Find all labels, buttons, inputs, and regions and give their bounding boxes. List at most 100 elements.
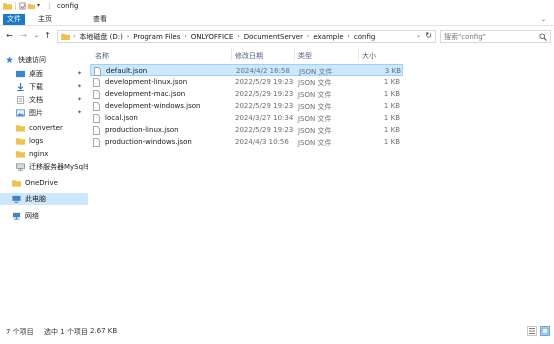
file-date: 2022/5/29 19:23 [235,102,294,110]
file-row[interactable]: development-mac.json 2022/5/29 19:23 JSO… [90,88,403,100]
folder-icon [16,138,25,145]
file-name: development-mac.json [105,90,186,98]
file-size: 1 KB [383,114,400,122]
status-size: 2.67 KB [90,327,118,335]
file-icon [93,90,100,99]
file-size: 1 KB [383,102,400,110]
file-icon [93,138,100,147]
file-date: 2024/4/2 16:58 [236,67,290,75]
file-name: local.json [105,114,138,122]
file-name: default.json [106,67,148,75]
file-icon [93,126,100,135]
details-view-icon [529,328,535,334]
new-folder-icon[interactable] [28,2,35,10]
status-selected: 选中 1 个项目 [44,328,88,336]
nav-item-documents[interactable]: 文档 ✦ [0,94,88,106]
nav-item-pictures[interactable]: 图片 ✦ [0,107,88,119]
nav-item-network-share[interactable]: 迁移服务器MySql$ [0,161,88,173]
file-type: JSON 文件 [298,79,332,87]
tab-home[interactable]: 主页 [34,14,56,25]
file-name: development-windows.json [105,102,201,110]
nav-network[interactable]: 网络 [0,210,88,222]
chevron-down-icon[interactable]: ⌄ [416,32,421,39]
nav-label: 下载 [29,83,43,91]
file-date: 2024/3/27 10:34 [235,114,294,122]
divider [49,2,50,10]
nav-quick-access[interactable]: 快速访问 [0,54,88,66]
pin-icon: ✦ [76,96,82,103]
breadcrumb-example[interactable]: example [313,33,343,41]
pin-icon: ✦ [76,83,82,90]
tab-view[interactable]: 查看 [89,14,111,25]
title-bar: ▾ config [0,0,554,12]
file-row[interactable]: production-windows.json 2024/4/3 10:56 J… [90,136,403,148]
breadcrumb-documentserver[interactable]: DocumentServer [244,33,303,41]
file-type: JSON 文件 [298,127,332,135]
chevron-right-icon: › [73,33,76,40]
column-divider[interactable] [358,48,359,61]
breadcrumb-program-files[interactable]: Program Files [133,33,180,41]
column-divider[interactable] [294,48,295,61]
column-name[interactable]: 名称 [95,51,109,61]
column-size[interactable]: 大小 [362,51,376,61]
expand-ribbon-icon[interactable]: ⌄ [541,16,546,23]
nav-label: 迁移服务器MySql$ [29,163,88,171]
column-divider[interactable] [231,48,232,61]
nav-item-downloads[interactable]: 下载 ✦ [0,81,88,93]
breadcrumb-onlyoffice[interactable]: ONLYOFFICE [191,33,234,41]
file-name: production-windows.json [105,138,192,146]
column-type[interactable]: 类型 [298,51,312,61]
back-button[interactable]: ← [5,31,14,41]
file-icon [93,102,100,111]
chevron-right-icon: › [126,33,130,40]
file-icon [93,78,100,87]
file-row[interactable]: default.json 2024/4/2 16:58 JSON 文件 3 KB [90,64,403,76]
nav-label: 快速访问 [18,56,46,64]
file-type: JSON 文件 [298,91,332,99]
tab-file[interactable]: 文件 [3,14,25,25]
nav-onedrive[interactable]: OneDrive [0,177,88,189]
search-icon [539,33,547,41]
file-row[interactable]: production-linux.json 2022/5/29 19:23 JS… [90,124,403,136]
file-row[interactable]: development-windows.json 2022/5/29 19:23… [90,100,403,112]
nav-item-nginx[interactable]: nginx [0,148,88,160]
file-row[interactable]: local.json 2024/3/27 10:34 JSON 文件 1 KB [90,112,403,124]
search-box[interactable] [440,30,551,43]
customize-toolbar-icon[interactable]: ▾ [37,2,44,10]
breadcrumb-drive[interactable]: 本地磁盘 (D:) [79,32,122,42]
forward-button[interactable]: → [19,31,28,41]
folder-icon [16,125,25,132]
search-input[interactable] [444,32,539,41]
chevron-right-icon: › [347,33,350,40]
file-date: 2022/5/29 19:23 [235,78,294,86]
nav-label: 此电脑 [25,195,46,203]
file-size: 1 KB [383,90,400,98]
nav-this-pc[interactable]: 此电脑 [0,193,88,205]
large-icons-view-button[interactable] [540,326,550,336]
nav-item-logs[interactable]: logs [0,135,88,147]
file-row[interactable]: development-linux.json 2022/5/29 19:23 J… [90,76,403,88]
address-bar[interactable]: › 本地磁盘 (D:) › Program Files › ONLYOFFICE… [57,30,436,43]
folder-icon [16,151,25,158]
refresh-icon[interactable]: ↻ [425,31,432,40]
file-name: development-linux.json [105,78,188,86]
file-size: 1 KB [383,78,400,86]
nav-item-desktop[interactable]: 桌面 ✦ [0,68,88,80]
file-date: 2022/5/29 19:23 [235,126,294,134]
network-drive-icon [16,163,25,171]
details-view-button[interactable] [527,326,537,336]
file-name: production-linux.json [105,126,179,134]
file-date: 2022/5/29 19:23 [235,90,294,98]
recent-locations-icon[interactable]: ⌄ [32,31,41,41]
up-button[interactable]: ↑ [43,31,52,41]
properties-icon[interactable] [19,2,26,10]
status-bar: 7 个项目 选中 1 个项目 2.67 KB [0,324,554,338]
file-size: 1 KB [383,126,400,134]
file-size: 3 KB [384,67,401,75]
nav-item-converter[interactable]: converter [0,122,88,134]
chevron-right-icon: › [184,33,187,40]
computer-icon [12,195,21,203]
breadcrumb-config[interactable]: config [354,33,375,41]
desktop-icon [16,70,25,78]
column-date[interactable]: 修改日期 [235,51,263,61]
